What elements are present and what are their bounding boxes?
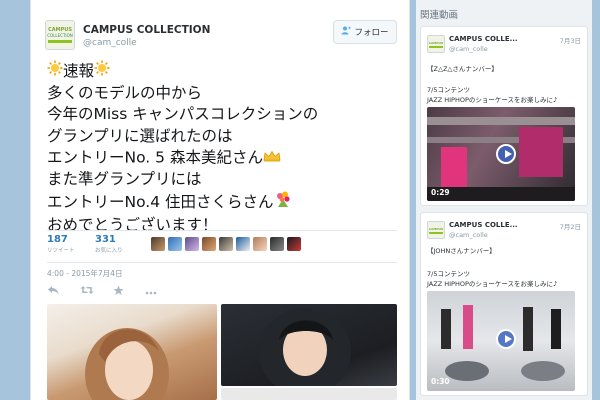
bouquet-icon — [274, 190, 292, 215]
display-name[interactable]: CAMPUS COLLECTION — [83, 24, 210, 36]
follow-label: フォロー — [354, 28, 389, 38]
user-avatar[interactable] — [219, 237, 233, 251]
reply-icon[interactable] — [47, 285, 59, 298]
avatar-logo-bar — [429, 45, 443, 48]
avatar-logo-text: CAMPUS — [428, 226, 444, 231]
tweet-line-4: グランプリに選ばれたのは — [47, 126, 233, 145]
play-button[interactable] — [496, 144, 516, 164]
sparkle-icon — [94, 60, 110, 83]
screen-name[interactable]: @cam_colle — [83, 38, 137, 48]
sparkle-icon — [47, 60, 63, 83]
tweet-photo-art — [259, 308, 351, 386]
video-author-handle[interactable]: @cam_colle — [449, 231, 488, 239]
tweet-line-6: また準グランプリには — [47, 169, 202, 188]
tweet-line-7: エントリーNo.4 住田さくらさん — [47, 190, 397, 215]
video-duration: 0:30 — [431, 377, 450, 386]
video-text-line: JAZZ HIPHOPのショーケースをお楽しみに♪ — [427, 96, 558, 104]
tweet-photo[interactable] — [221, 304, 397, 386]
tweet-photo-art — [85, 328, 169, 400]
tweet-stats: 187 リツイート 331 お気に入り — [47, 234, 397, 260]
add-user-icon — [341, 26, 352, 38]
favorite-icon[interactable] — [113, 285, 124, 299]
crown-icon — [263, 147, 281, 169]
avatar-logo-text: CAMPUS — [428, 40, 444, 45]
video-author-handle[interactable]: @cam_colle — [449, 45, 488, 53]
tweet-line-7-text: エントリーNo.4 住田さくらさん — [47, 193, 274, 211]
tweet-timestamp[interactable]: 4:00 - 2015年7月4日 — [47, 268, 122, 279]
tweet-line-1: 速報 — [47, 60, 397, 83]
avatar-logo-bar — [48, 40, 72, 43]
related-videos-sidebar: 関連動画 CAMPUS CAMPUS COLLE... @cam_colle 7… — [416, 0, 592, 400]
avatar-logo-bar — [429, 231, 443, 234]
favoriter-avatars — [151, 237, 304, 253]
video-text-line: 7/5コンテンツ — [427, 270, 470, 278]
follow-button[interactable]: フォロー — [333, 20, 397, 44]
retweet-label: リツイート — [47, 248, 75, 254]
video-thumbnail[interactable]: 0:29 — [427, 107, 575, 201]
favorite-count: 331 — [95, 234, 116, 245]
video-author-name[interactable]: CAMPUS COLLE... — [449, 35, 518, 43]
tweet-line-3: 今年のMiss キャンパスコレクションの — [47, 105, 319, 123]
tweet-line-5-text: エントリーNo. 5 森本美紀さん — [47, 148, 263, 167]
more-icon[interactable] — [145, 285, 157, 298]
user-avatar[interactable] — [287, 237, 301, 251]
user-avatar[interactable] — [202, 237, 216, 251]
video-text-line: 7/5コンテンツ — [427, 86, 470, 94]
user-avatar[interactable] — [270, 237, 284, 251]
retweet-count: 187 — [47, 234, 68, 245]
video-text-line: 【JOHNさんナンバー】 — [427, 247, 496, 255]
video-date[interactable]: 7月2日 — [560, 221, 581, 231]
user-avatar[interactable] — [168, 237, 182, 251]
user-avatar[interactable] — [253, 237, 267, 251]
retweet-stat[interactable]: 187 リツイート — [47, 234, 75, 254]
favorite-stat[interactable]: 331 お気に入り — [95, 234, 123, 254]
avatar[interactable]: CAMPUS — [427, 35, 445, 53]
favorite-label: お気に入り — [95, 248, 123, 254]
video-thumbnail[interactable]: 0:30 — [427, 291, 575, 391]
tweet-photo[interactable] — [47, 304, 217, 400]
retweet-icon[interactable] — [80, 285, 94, 298]
avatar[interactable]: CAMPUS — [427, 221, 445, 239]
avatar-logo-text-2: COLLECTION — [47, 33, 73, 38]
tweet-line-1-text: 速報 — [63, 61, 95, 80]
video-duration: 0:29 — [431, 188, 450, 197]
video-card[interactable]: CAMPUS CAMPUS COLLE... @cam_colle 7月2日 【… — [420, 212, 588, 396]
video-date[interactable]: 7月3日 — [560, 35, 581, 45]
play-button[interactable] — [496, 329, 516, 349]
divider — [47, 230, 397, 231]
user-avatar[interactable] — [151, 237, 165, 251]
video-text-line: 【Z△Z△さんナンバー】 — [427, 65, 498, 73]
tweet-line-2: 多くのモデルの中から — [47, 83, 203, 102]
video-card[interactable]: CAMPUS CAMPUS COLLE... @cam_colle 7月3日 【… — [420, 26, 588, 206]
tweet-line-5: エントリーNo. 5 森本美紀さん — [47, 147, 397, 169]
user-avatar[interactable] — [185, 237, 199, 251]
avatar[interactable]: CAMPUS COLLECTION — [45, 20, 75, 50]
video-author-name[interactable]: CAMPUS COLLE... — [449, 221, 518, 229]
sidebar-title: 関連動画 — [420, 10, 459, 21]
user-avatar[interactable] — [236, 237, 250, 251]
tweet-header: CAMPUS COLLECTION CAMPUS COLLECTION @cam… — [45, 20, 397, 56]
tweet-text: 速報 多くのモデルの中から 今年のMiss キャンパスコレクションの グランプリ… — [47, 60, 397, 236]
tweet-photo-strip[interactable] — [221, 388, 397, 400]
video-text-line: JAZZ HIPHOPのショーケースをお楽しみに♪ — [427, 280, 558, 288]
tweet-card: CAMPUS COLLECTION CAMPUS COLLECTION @cam… — [30, 0, 410, 400]
divider — [47, 262, 397, 263]
